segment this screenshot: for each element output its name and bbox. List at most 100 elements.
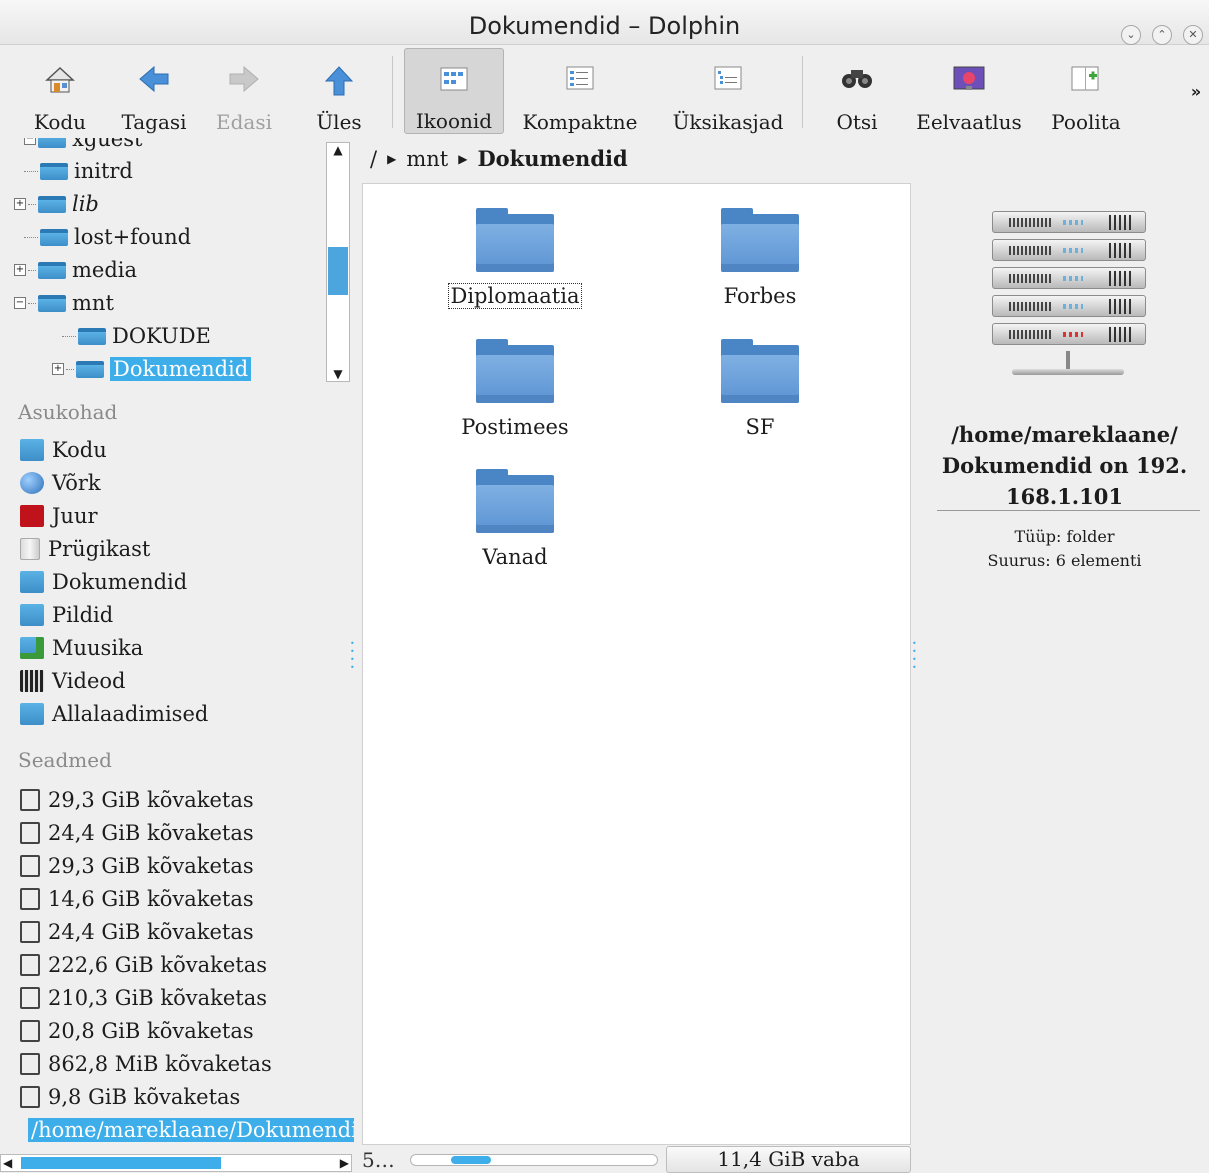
expand-icon[interactable]: +	[14, 198, 26, 210]
tree-item-label: DOKUDE	[112, 324, 211, 348]
folder-icon	[721, 339, 799, 403]
scroll-down-icon[interactable]: ▼	[327, 367, 349, 381]
tree-item-label: lost+found	[74, 225, 192, 249]
place-music[interactable]: Muusika	[20, 633, 143, 663]
tree-item-dokumendid[interactable]: + Dokumendid	[52, 354, 252, 384]
details-view-icon	[714, 66, 742, 90]
device-label: 210,3 GiB kõvaketas	[48, 986, 268, 1010]
tree-item-label: xguest	[72, 138, 143, 151]
place-root[interactable]: Juur	[20, 501, 98, 531]
place-label: Muusika	[52, 636, 144, 660]
device-item[interactable]: 29,3 GiB kõvaketas	[20, 785, 254, 815]
splitter-handle[interactable]: • • • •	[912, 640, 918, 672]
collapse-icon[interactable]: −	[24, 138, 36, 145]
split-button[interactable]: Poolita	[1044, 48, 1128, 134]
up-button[interactable]: Üles	[308, 48, 370, 134]
device-label: /home/mareklaane/Dokumendid	[28, 1118, 354, 1142]
tree-item-initrd[interactable]: initrd	[24, 156, 133, 186]
title-bar: Dokumendid – Dolphin ⌄ ⌃ ✕	[0, 0, 1209, 45]
device-item[interactable]: 20,8 GiB kõvaketas	[20, 1016, 254, 1046]
toolbar: Kodu Tagasi Edasi Üles Ikoonid Kompaktne…	[0, 46, 1209, 138]
device-label: 24,4 GiB kõvaketas	[48, 920, 254, 944]
tree-item-lost-found[interactable]: lost+found	[24, 222, 191, 252]
toolbar-overflow-button[interactable]: »	[1186, 82, 1206, 112]
places-scrollbar[interactable]: ◀ ▶	[0, 1154, 352, 1172]
expand-icon[interactable]: +	[14, 264, 26, 276]
file-item[interactable]: Forbes	[660, 208, 860, 308]
icons-view-button[interactable]: Ikoonid	[404, 48, 504, 134]
tree-item-mnt[interactable]: − mnt	[14, 288, 114, 318]
file-item[interactable]: Diplomaatia	[415, 208, 615, 309]
breadcrumb-current[interactable]: Dokumendid	[477, 146, 627, 171]
window-title: Dokumendid – Dolphin	[468, 12, 741, 40]
scrollbar-thumb[interactable]	[328, 247, 348, 295]
minimize-button[interactable]: ⌄	[1121, 25, 1141, 45]
device-item[interactable]: 29,3 GiB kõvaketas	[20, 851, 254, 881]
place-documents[interactable]: Dokumendid	[20, 567, 187, 597]
tree-item-xguest[interactable]: − xguest	[24, 138, 142, 154]
home-button[interactable]: Kodu	[26, 48, 94, 134]
search-label: Otsi	[836, 110, 878, 134]
scroll-left-icon[interactable]: ◀	[3, 1156, 12, 1170]
hard-disk-icon	[20, 855, 40, 877]
tree-item-label: initrd	[74, 159, 133, 183]
place-downloads[interactable]: Allalaadimised	[20, 699, 208, 729]
device-item[interactable]: 24,4 GiB kõvaketas	[20, 917, 254, 947]
breadcrumb-separator-icon[interactable]: ▶	[458, 152, 467, 166]
expand-icon[interactable]: +	[52, 363, 64, 375]
breadcrumb-item[interactable]: mnt	[406, 147, 448, 171]
folder-icon	[40, 162, 68, 180]
zoom-slider-knob[interactable]	[451, 1156, 491, 1164]
compact-view-button[interactable]: Kompaktne	[518, 48, 642, 134]
tree-item-dokude[interactable]: DOKUDE	[62, 321, 211, 351]
search-button[interactable]: Otsi	[826, 48, 888, 134]
icons-view-label: Ikoonid	[415, 109, 493, 133]
place-videos[interactable]: Videod	[20, 666, 125, 696]
back-button[interactable]: Tagasi	[116, 48, 192, 134]
music-folder-icon	[20, 637, 44, 659]
device-item-network-share[interactable]: /home/mareklaane/Dokumendid	[20, 1115, 354, 1145]
file-item[interactable]: Vanad	[415, 469, 615, 569]
info-path-line: Dokumendid on 192.	[941, 453, 1188, 478]
download-folder-icon	[20, 703, 44, 725]
tree-scrollbar[interactable]: ▲ ▼	[326, 142, 350, 382]
breadcrumb-root[interactable]: /	[370, 147, 377, 171]
device-item[interactable]: 210,3 GiB kõvaketas	[20, 983, 267, 1013]
forward-button[interactable]: Edasi	[212, 48, 276, 134]
compact-view-icon	[566, 66, 594, 90]
maximize-button[interactable]: ⌃	[1152, 25, 1172, 45]
close-button[interactable]: ✕	[1183, 25, 1203, 45]
scrollbar-thumb[interactable]	[21, 1157, 221, 1169]
splitter-handle[interactable]: • • • •	[350, 640, 356, 672]
breadcrumb-separator-icon[interactable]: ▶	[387, 152, 396, 166]
details-view-button[interactable]: Üksikasjad	[666, 48, 790, 134]
hard-disk-icon	[20, 954, 40, 976]
device-item[interactable]: 222,6 GiB kõvaketas	[20, 950, 267, 980]
back-label: Tagasi	[121, 110, 187, 134]
place-pictures[interactable]: Pildid	[20, 600, 113, 630]
place-trash[interactable]: Prügikast	[20, 534, 150, 564]
tree-item-media[interactable]: + media	[14, 255, 137, 285]
zoom-slider[interactable]	[410, 1154, 658, 1166]
icons-view-icon	[440, 67, 468, 91]
tree-item-lib[interactable]: + lib	[14, 189, 99, 219]
device-item[interactable]: 14,6 GiB kõvaketas	[20, 884, 254, 914]
place-network[interactable]: Võrk	[20, 468, 101, 498]
free-space-indicator[interactable]: 11,4 GiB vaba	[666, 1146, 911, 1173]
file-item[interactable]: Postimees	[415, 339, 615, 439]
scroll-up-icon[interactable]: ▲	[327, 143, 349, 157]
device-item[interactable]: 9,8 GiB kõvaketas	[20, 1082, 240, 1112]
device-item[interactable]: 24,4 GiB kõvaketas	[20, 818, 254, 848]
preview-button[interactable]: Eelvaatlus	[916, 48, 1022, 134]
up-label: Üles	[316, 110, 362, 134]
device-label: 24,4 GiB kõvaketas	[48, 821, 254, 845]
device-label: 9,8 GiB kõvaketas	[48, 1085, 241, 1109]
hard-disk-icon	[20, 888, 40, 910]
file-item[interactable]: SF	[660, 339, 860, 439]
network-server-icon	[986, 189, 1150, 389]
device-item[interactable]: 862,8 MiB kõvaketas	[20, 1049, 272, 1079]
file-view[interactable]: Diplomaatia Forbes Postimees SF Vanad	[362, 183, 911, 1145]
collapse-icon[interactable]: −	[14, 297, 26, 309]
scroll-right-icon[interactable]: ▶	[340, 1156, 349, 1170]
place-home[interactable]: Kodu	[20, 435, 107, 465]
